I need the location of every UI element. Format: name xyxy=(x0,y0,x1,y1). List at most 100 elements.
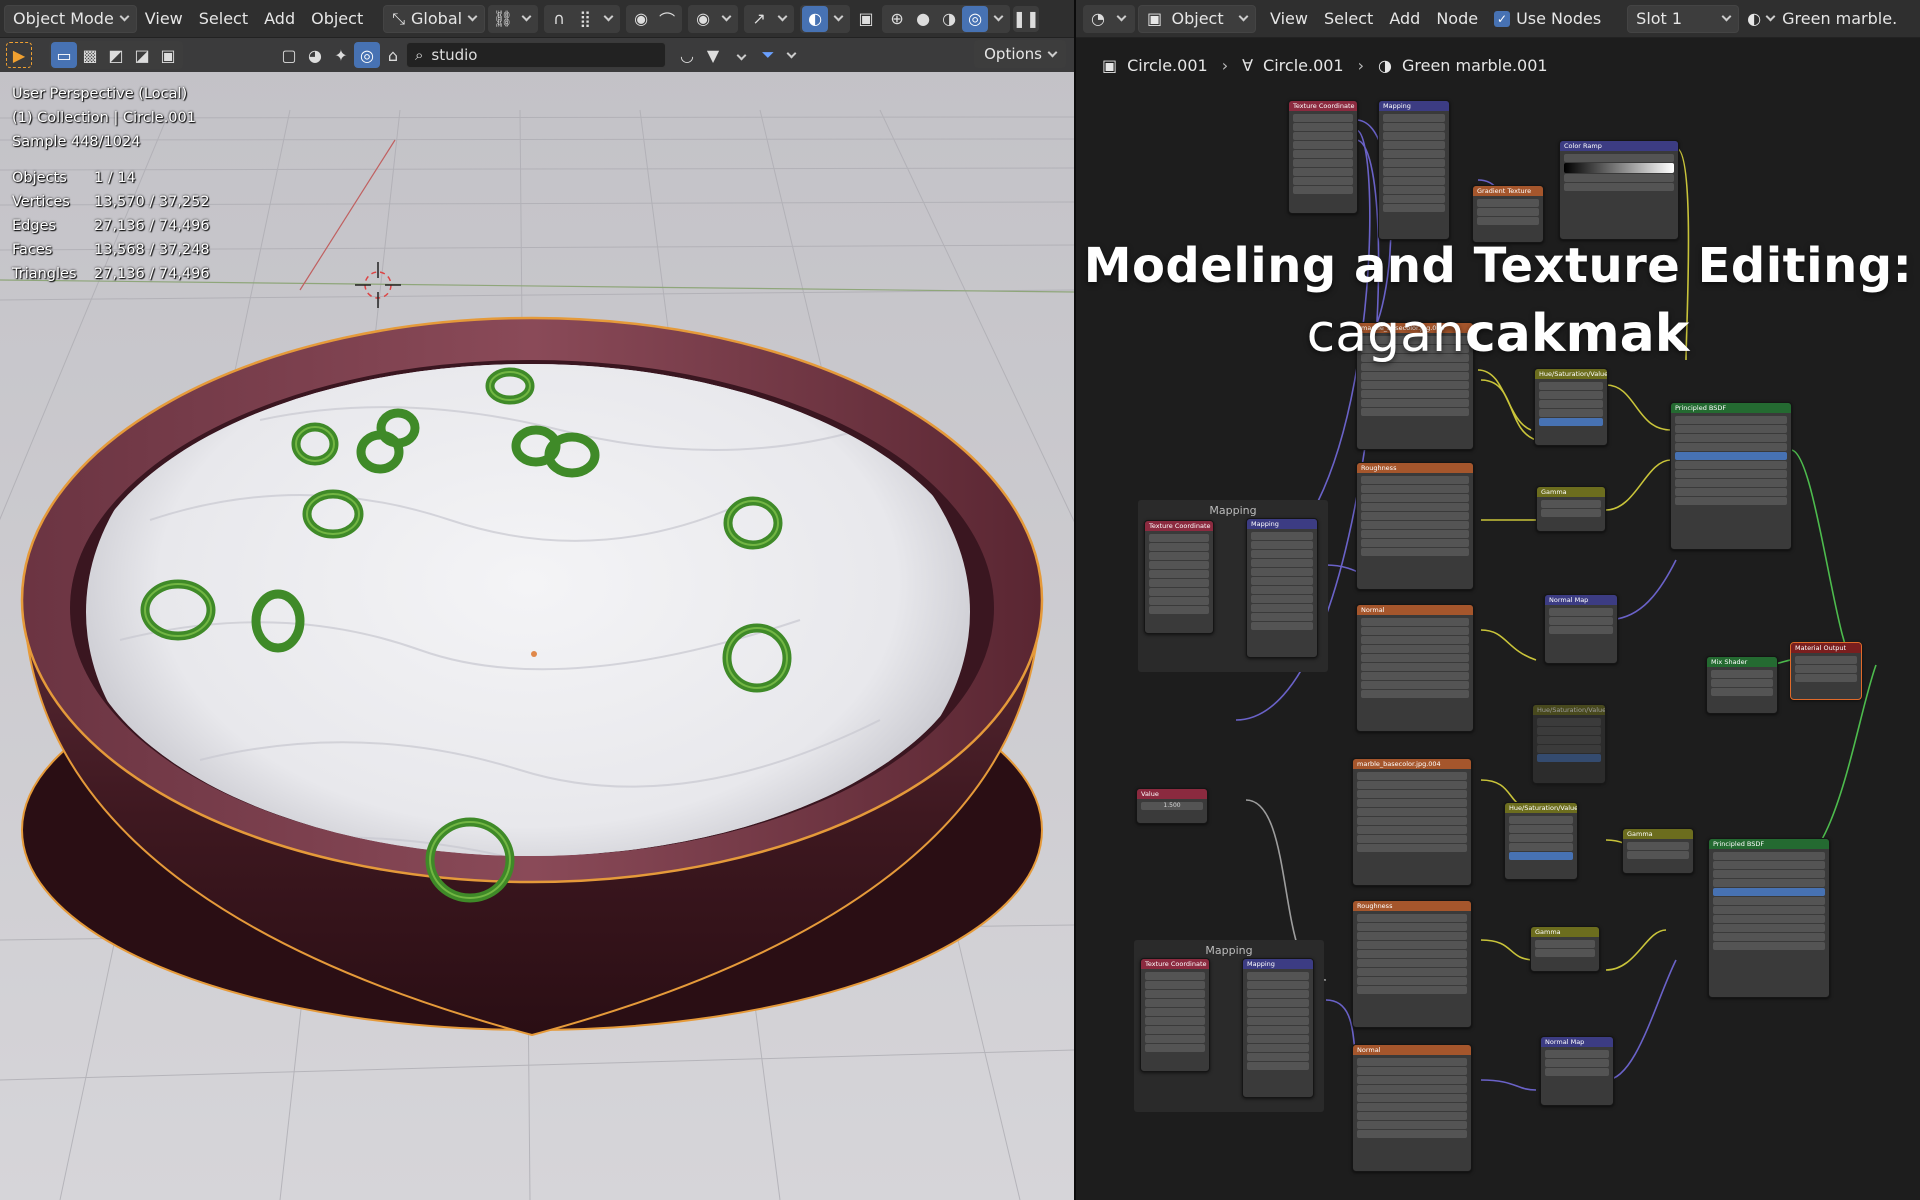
node-texture-coordinate[interactable]: Texture Coordinate xyxy=(1144,520,1214,634)
node-normal-texture[interactable]: Normal xyxy=(1352,1044,1472,1172)
link-icon[interactable]: ⛓ xyxy=(490,6,516,32)
node-principled-bsdf[interactable]: Principled BSDF xyxy=(1708,838,1830,998)
options-dropdown[interactable]: Options xyxy=(974,40,1066,68)
menu-add[interactable]: Add xyxy=(256,5,303,33)
node-principled-bsdf[interactable]: Principled BSDF xyxy=(1670,402,1792,550)
node-normal-texture[interactable]: Normal xyxy=(1356,604,1474,732)
search-icon: ⌕ xyxy=(415,46,424,64)
slot-dropdown[interactable]: Slot 1 xyxy=(1627,4,1740,33)
node-color-ramp[interactable]: Color Ramp xyxy=(1559,140,1679,240)
menu-add[interactable]: Add xyxy=(1381,5,1428,33)
transform-orientation-dropdown[interactable]: ⤡ Global xyxy=(383,4,486,33)
node-normal-map[interactable]: Normal Map xyxy=(1544,594,1618,664)
3d-viewport[interactable]: Object Mode View Select Add Object ⤡ Glob… xyxy=(0,0,1074,1200)
node-hue-saturation[interactable]: Hue/Saturation/Value xyxy=(1504,802,1578,880)
menu-node[interactable]: Node xyxy=(1428,5,1486,33)
node-material-output[interactable]: Material Output xyxy=(1790,642,1862,700)
pivot-group: ⛓ xyxy=(488,4,539,33)
xray-icon[interactable]: ▣ xyxy=(853,6,879,32)
wireframe-shading-icon[interactable]: ⊕ xyxy=(884,6,910,32)
use-nodes-toggle[interactable]: ✓ Use Nodes xyxy=(1486,5,1609,33)
node-roughness-texture[interactable]: Roughness xyxy=(1352,900,1472,1028)
select-tool-icon[interactable]: ▶ xyxy=(6,42,32,68)
shader-type-dropdown[interactable]: ▣ Object xyxy=(1138,4,1256,33)
overlays-icon[interactable]: ◐ xyxy=(802,5,829,32)
stat-objects: Objects 1 / 14 xyxy=(12,170,136,186)
node-gamma[interactable]: Gamma xyxy=(1530,926,1600,972)
node-texture-coordinate[interactable]: Texture Coordinate xyxy=(1288,100,1358,214)
menu-view[interactable]: View xyxy=(1262,5,1316,33)
menu-object[interactable]: Object xyxy=(303,5,371,33)
mode-dropdown[interactable]: Object Mode xyxy=(4,4,137,33)
node-gamma[interactable]: Gamma xyxy=(1622,828,1694,874)
chevron-down-icon xyxy=(521,11,532,22)
select-intersect-icon[interactable]: ▣ xyxy=(155,42,181,68)
node-hue-saturation-muted[interactable]: Hue/Saturation/Value xyxy=(1532,704,1606,784)
select-extend-icon[interactable]: ▩ xyxy=(77,42,103,68)
author-last: cakmak xyxy=(1464,304,1690,364)
blender-window: Object Mode View Select Add Object ⤡ Glob… xyxy=(0,0,1920,1200)
material-shading-icon[interactable]: ◑ xyxy=(936,6,962,32)
node-value[interactable]: Value 1.500 xyxy=(1136,788,1208,824)
node-gamma[interactable]: Gamma xyxy=(1536,486,1606,532)
menu-select[interactable]: Select xyxy=(1316,5,1381,33)
scene-lights-icon[interactable]: ✦ xyxy=(328,42,354,68)
solid-shading-icon[interactable]: ● xyxy=(910,6,936,32)
select-invert-icon[interactable]: ◪ xyxy=(129,42,155,68)
filter-icon[interactable]: ⏷ xyxy=(755,42,781,68)
shader-node-editor[interactable]: ◔ ▣ Object View Select Add Node ✓ Use Node… xyxy=(1076,0,1920,1200)
breadcrumb-mesh: Circle.001 xyxy=(1263,55,1344,75)
menu-view[interactable]: View xyxy=(137,5,191,33)
snap-grid-icon[interactable]: ⣿ xyxy=(572,6,598,32)
search-value: studio xyxy=(431,46,478,64)
object-icon: ▣ xyxy=(1147,9,1163,28)
lookdev-sphere-icon[interactable]: ◡ xyxy=(674,42,700,68)
gizmo-icon[interactable]: ↗ xyxy=(746,6,772,32)
node-mapping[interactable]: Mapping xyxy=(1378,100,1450,240)
overlay-title: Modeling and Texture Editing: xyxy=(1083,238,1913,294)
mesh-icon: ∀ xyxy=(1242,55,1254,75)
eye-icon[interactable]: ◉ xyxy=(690,6,716,32)
node-marble-basecolor[interactable]: marble_basecolor.jpg.004 xyxy=(1352,758,1472,886)
orientation-icon: ⤡ xyxy=(392,8,406,28)
node-texture-coordinate[interactable]: Texture Coordinate xyxy=(1140,958,1210,1072)
node-mapping[interactable]: Mapping xyxy=(1242,958,1314,1098)
visibility-group: ◉ xyxy=(688,4,739,33)
chevron-down-icon xyxy=(1047,47,1058,57)
view-name: User Perspective (Local) xyxy=(12,86,188,102)
frame-label: Mapping xyxy=(1209,504,1257,517)
magnet-icon[interactable]: ∩ xyxy=(546,6,572,32)
rendered-shading-icon[interactable]: ◎ xyxy=(962,5,989,32)
chevron-down-icon[interactable] xyxy=(786,48,797,58)
select-subtract-icon[interactable]: ◩ xyxy=(103,42,129,68)
node-mapping[interactable]: Mapping xyxy=(1246,518,1318,658)
hdri-search-input[interactable]: ⌕ studio xyxy=(406,42,666,68)
snap-group: ∩ ⣿ xyxy=(544,4,621,33)
gizmo-group: ↗ xyxy=(744,4,795,33)
select-new-icon[interactable]: ▭ xyxy=(51,42,77,68)
node-editor-type-icon: ◔ xyxy=(1091,9,1105,28)
node-normal-map[interactable]: Normal Map xyxy=(1540,1036,1614,1106)
node-hue-saturation[interactable]: Hue/Saturation/Value xyxy=(1534,368,1608,446)
orientation-label: Global xyxy=(411,9,463,28)
value-field[interactable]: 1.500 xyxy=(1163,801,1180,810)
chevron-down-icon[interactable] xyxy=(736,50,747,60)
node-mix-shader[interactable]: Mix Shader xyxy=(1706,656,1778,714)
pause-render-icon[interactable]: ❚❚ xyxy=(1013,5,1039,32)
brush-icon[interactable]: ⌂ xyxy=(380,42,406,68)
proportional-icon[interactable]: ◉ xyxy=(628,6,654,32)
author-first: cagan xyxy=(1306,304,1465,364)
scene-world-icon[interactable]: ◎ xyxy=(354,42,380,68)
chevron-right-icon: › xyxy=(1357,55,1365,75)
falloff-curve-icon[interactable]: ⌒ xyxy=(654,6,680,32)
world-icon[interactable]: ◕ xyxy=(302,42,328,68)
editor-type-dropdown[interactable]: ◔ xyxy=(1083,4,1135,33)
menu-select[interactable]: Select xyxy=(191,5,256,33)
bookmark-icon[interactable]: ▼ xyxy=(700,42,726,68)
node-gradient-texture[interactable]: Gradient Texture xyxy=(1472,185,1544,243)
viewport-header: Object Mode View Select Add Object ⤡ Glob… xyxy=(0,0,1074,38)
material-browse[interactable]: ◐ Green marble. xyxy=(1739,5,1905,33)
render-pass-icon[interactable]: ▢ xyxy=(276,42,302,68)
chevron-right-icon: › xyxy=(1221,55,1229,75)
node-roughness-texture[interactable]: Roughness xyxy=(1356,462,1474,590)
